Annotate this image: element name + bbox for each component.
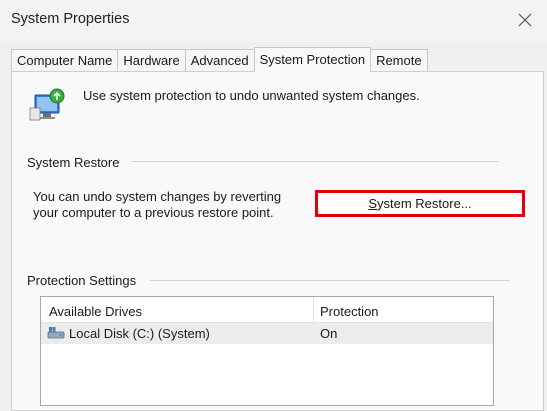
tab-system-protection[interactable]: System Protection (253, 47, 372, 72)
title-bar: System Properties (0, 0, 547, 42)
access-key: S (368, 196, 378, 211)
close-button[interactable] (513, 8, 537, 32)
tab-advanced[interactable]: Advanced (184, 49, 255, 71)
description-line-2: your computer to a previous restore poin… (33, 205, 274, 220)
column-separator[interactable] (313, 297, 314, 323)
protection-settings-group-label: Protection Settings (27, 273, 147, 288)
drives-list[interactable]: Available Drives Protection Local Disk (… (40, 296, 494, 406)
description-line-1: You can undo system changes by reverting (33, 189, 282, 204)
drive-protection-status: On (320, 326, 338, 341)
intro-text: Use system protection to undo unwanted s… (83, 88, 420, 103)
tab-strip: Computer Name Hardware Advanced System P… (11, 47, 428, 72)
protection-settings-divider (150, 280, 510, 281)
column-header-protection[interactable]: Protection (320, 304, 379, 319)
drives-list-header: Available Drives Protection (41, 297, 493, 323)
button-label-rest: ystem Restore... (377, 196, 472, 211)
system-restore-button-label: System Restore... (368, 196, 471, 211)
drive-name: Local Disk (C:) (System) (69, 326, 210, 341)
window-title: System Properties (11, 11, 130, 27)
system-restore-button[interactable]: System Restore... (315, 190, 525, 217)
column-header-available-drives[interactable]: Available Drives (49, 304, 142, 319)
local-disk-icon (47, 327, 65, 339)
system-restore-group-label: System Restore (27, 155, 130, 170)
system-restore-divider (131, 161, 499, 162)
tab-remote[interactable]: Remote (370, 49, 428, 71)
system-restore-description: You can undo system changes by reverting… (33, 189, 281, 221)
tab-computer-name[interactable]: Computer Name (11, 49, 119, 71)
tab-hardware[interactable]: Hardware (117, 49, 186, 71)
close-icon (518, 13, 532, 27)
system-protection-icon (29, 88, 65, 121)
table-row[interactable]: Local Disk (C:) (System) On (41, 323, 493, 344)
